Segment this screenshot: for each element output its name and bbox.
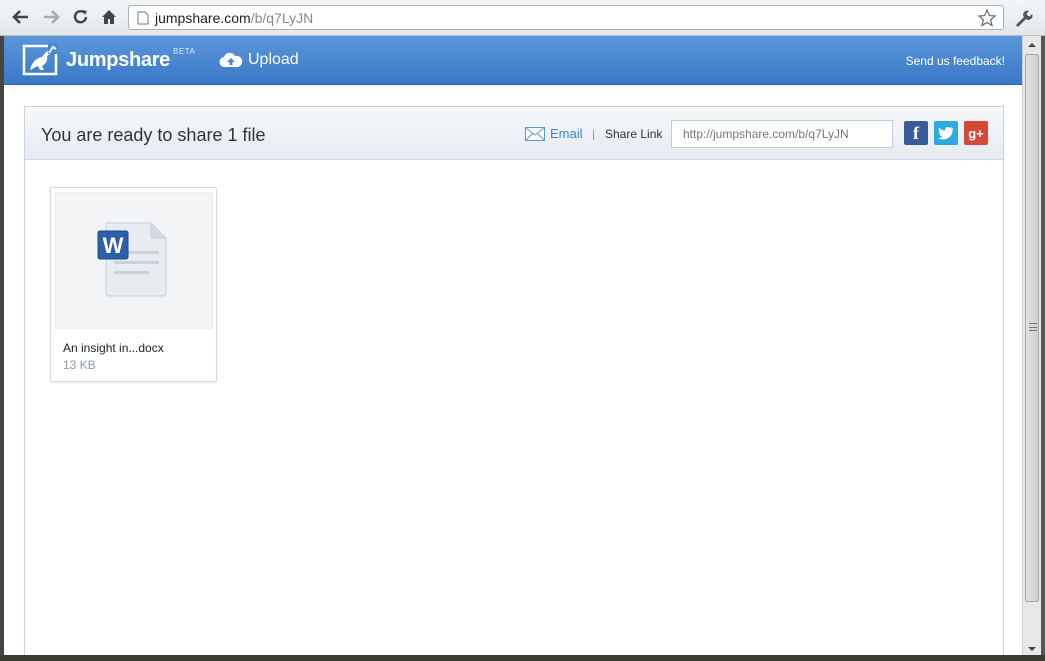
google-plus-share-button[interactable]: g+ — [964, 121, 988, 145]
bookmark-star-icon[interactable] — [977, 8, 997, 28]
scroll-grip-icon — [1029, 323, 1037, 331]
twitter-bird-icon — [938, 127, 954, 140]
share-link-label: Share Link — [605, 127, 663, 141]
twitter-share-button[interactable] — [934, 121, 958, 145]
site-header: Jumpshare BETA Upload Send us feedback! — [4, 36, 1022, 85]
upload-label: Upload — [248, 51, 299, 68]
address-bar[interactable]: jumpshare.com/b/q7LyJN — [128, 5, 1004, 30]
file-size: 13 KB — [63, 358, 96, 372]
kangaroo-logo-icon — [22, 44, 60, 76]
url-text: jumpshare.com/b/q7LyJN — [155, 9, 314, 26]
home-icon — [102, 10, 116, 24]
share-panel-header: You are ready to share 1 file Email | Sh… — [25, 107, 1003, 160]
share-title: You are ready to share 1 file — [41, 125, 266, 145]
jumpshare-logo[interactable]: Jumpshare BETA — [22, 44, 195, 76]
logo-text: Jumpshare — [66, 48, 171, 71]
wrench-icon[interactable] — [1012, 7, 1034, 29]
file-card[interactable]: W An insight in...docx 13 KB — [50, 187, 217, 382]
beta-label: BETA — [173, 46, 196, 56]
share-link-input[interactable] — [671, 120, 893, 148]
cloud-upload-icon — [219, 52, 243, 68]
vertical-scrollbar[interactable] — [1022, 36, 1041, 661]
svg-text:W: W — [103, 233, 124, 258]
file-thumbnail: W — [55, 192, 213, 329]
reload-icon — [73, 10, 88, 24]
google-plus-icon: g+ — [968, 125, 984, 141]
desktop-edge-right — [1041, 36, 1045, 661]
page-icon — [137, 11, 149, 24]
email-label: Email — [550, 126, 583, 141]
back-button[interactable] — [10, 6, 32, 28]
facebook-icon: f — [913, 122, 919, 143]
scroll-thumb[interactable] — [1025, 54, 1039, 602]
browser-toolbar: jumpshare.com/b/q7LyJN — [0, 0, 1045, 36]
share-panel: You are ready to share 1 file Email | Sh… — [24, 106, 1004, 661]
desktop-edge-bottom — [0, 655, 1045, 661]
separator: | — [592, 127, 596, 141]
scroll-down-icon[interactable] — [1027, 644, 1037, 654]
forward-arrow-icon — [44, 10, 60, 24]
file-name: An insight in...docx — [63, 341, 164, 355]
facebook-share-button[interactable]: f — [904, 121, 928, 145]
upload-button[interactable]: Upload — [219, 51, 299, 69]
back-arrow-icon — [12, 10, 28, 24]
forward-button[interactable] — [40, 6, 62, 28]
page-viewport: Jumpshare BETA Upload Send us feedback! … — [4, 36, 1022, 661]
feedback-link[interactable]: Send us feedback! — [906, 54, 1005, 68]
email-link[interactable]: Email — [525, 126, 583, 141]
scroll-up-icon[interactable] — [1027, 40, 1037, 50]
home-button[interactable] — [98, 6, 120, 28]
word-document-icon: W — [97, 222, 167, 297]
reload-button[interactable] — [70, 6, 92, 28]
envelope-icon — [525, 126, 545, 141]
